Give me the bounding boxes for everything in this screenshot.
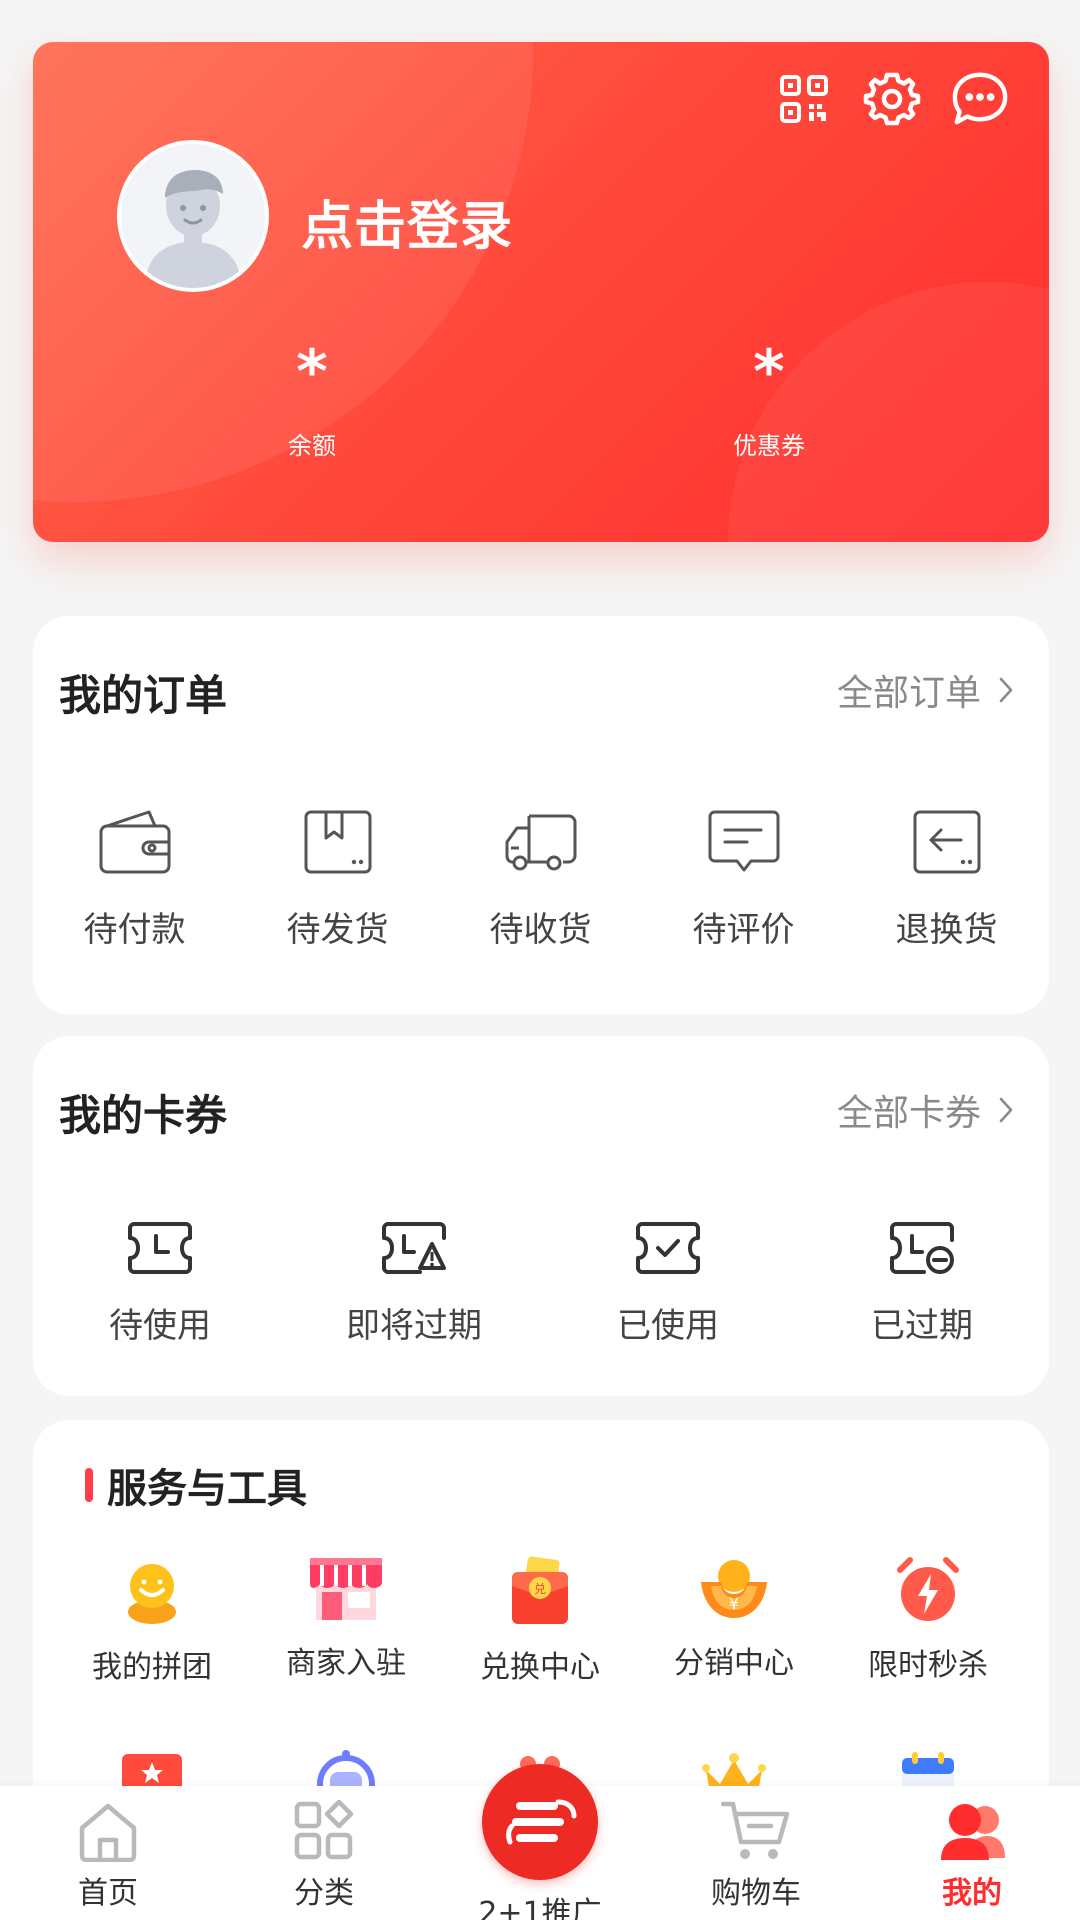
order-returns[interactable]: 退换货 xyxy=(845,808,1048,951)
order-status-label: 待收货 xyxy=(489,910,592,950)
nav-label: 2+1推广 xyxy=(478,1896,602,1920)
exchange-icon: 兑 xyxy=(512,1556,568,1624)
order-pending-shipment[interactable]: 待发货 xyxy=(236,808,439,951)
balance-label: 余额 xyxy=(288,432,336,460)
coupon-status-row: 待使用 即将过期 已使用 已过期 xyxy=(33,1220,1049,1347)
nav-label: 我的 xyxy=(942,1876,1002,1911)
order-status-label: 退换货 xyxy=(895,910,998,950)
tool-label: 分销中心 xyxy=(674,1646,794,1681)
coupon-status-label: 待使用 xyxy=(109,1306,211,1346)
bottom-nav: 首页 分类 2+1推广 购物车 我的 xyxy=(0,1764,1080,1920)
group-buy-icon xyxy=(128,1564,176,1624)
ticket-clock-icon xyxy=(128,1222,192,1274)
svg-text:¥: ¥ xyxy=(729,1594,739,1613)
all-coupons-link[interactable]: 全部卡券 xyxy=(837,1084,1013,1136)
tool-label: 限时秒杀 xyxy=(868,1648,988,1683)
tool-label: 商家入驻 xyxy=(286,1646,406,1681)
balance-value: * xyxy=(296,337,328,407)
coupon-expired[interactable]: 已过期 xyxy=(795,1220,1049,1347)
coupon-unused[interactable]: 待使用 xyxy=(33,1220,287,1347)
nav-home[interactable]: 首页 xyxy=(0,1786,216,1920)
tools-title-text: 服务与工具 xyxy=(107,1466,307,1512)
coupon-label: 优惠券 xyxy=(733,432,805,460)
order-pending-review[interactable]: 待评价 xyxy=(642,808,845,951)
tool-group-buy[interactable]: 我的拼团 xyxy=(55,1556,249,1686)
home-icon xyxy=(79,1803,137,1862)
cart-icon xyxy=(721,1801,790,1859)
coupons-title: 我的卡券 xyxy=(59,1091,228,1140)
tools-title: 服务与工具 xyxy=(85,1456,307,1514)
title-accent-bar xyxy=(85,1468,93,1502)
tools-row: 我的拼团 商家入驻 兑 兑换中心 ¥ 分销中心 限时秒杀 xyxy=(33,1556,1049,1686)
user-icon xyxy=(941,1804,1005,1860)
order-status-label: 待付款 xyxy=(83,910,186,950)
nav-category[interactable]: 分类 xyxy=(216,1786,432,1920)
chevron-right-icon xyxy=(999,677,1013,703)
coupon-status-label: 已使用 xyxy=(617,1306,719,1346)
chevron-right-icon xyxy=(999,1097,1013,1123)
tool-label: 我的拼团 xyxy=(92,1650,212,1685)
order-pending-receipt[interactable]: 待收货 xyxy=(439,808,642,951)
ingot-icon: ¥ xyxy=(701,1560,767,1618)
alarm-flash-icon xyxy=(897,1557,959,1621)
tool-label: 兑换中心 xyxy=(480,1650,600,1685)
avatar[interactable] xyxy=(117,140,269,292)
orders-title: 我的订单 xyxy=(59,671,228,720)
all-coupons-label: 全部卡券 xyxy=(836,1093,981,1134)
nav-label: 分类 xyxy=(294,1876,354,1911)
all-orders-link[interactable]: 全部订单 xyxy=(837,664,1013,716)
ticket-warning-icon xyxy=(382,1222,446,1274)
category-icon xyxy=(294,1800,354,1860)
order-pending-payment[interactable]: 待付款 xyxy=(33,808,236,951)
ticket-check-icon xyxy=(636,1222,700,1274)
box-icon xyxy=(304,810,371,874)
coupon-stat[interactable]: * 优惠券 xyxy=(669,342,869,461)
wallet-icon xyxy=(99,810,170,874)
comment-icon xyxy=(708,810,779,872)
balance-stat[interactable]: * 余额 xyxy=(212,342,412,461)
profile-page: 点击登录 * 余额 * 优惠券 我的订单 全部订单 待付款 待发货 待收货 待评… xyxy=(0,0,1080,1920)
return-icon xyxy=(913,810,980,874)
svg-text:兑: 兑 xyxy=(534,1582,546,1596)
nav-promo[interactable]: 2+1推广 xyxy=(432,1764,648,1920)
ticket-expired-icon xyxy=(890,1222,954,1274)
profile-header-card: 点击登录 * 余额 * 优惠券 xyxy=(33,42,1049,542)
order-status-row: 待付款 待发货 待收货 待评价 退换货 xyxy=(33,808,1049,951)
truck-icon xyxy=(505,814,576,871)
tool-exchange-center[interactable]: 兑 兑换中心 xyxy=(443,1556,637,1686)
orders-card: 我的订单 全部订单 待付款 待发货 待收货 待评价 退换货 xyxy=(33,616,1049,1014)
coupon-expiring[interactable]: 即将过期 xyxy=(287,1220,541,1347)
order-status-label: 待发货 xyxy=(286,910,389,950)
store-icon xyxy=(310,1558,382,1620)
login-prompt[interactable]: 点击登录 xyxy=(301,184,513,259)
coupon-status-label: 已过期 xyxy=(871,1306,973,1346)
tool-distribution-center[interactable]: ¥ 分销中心 xyxy=(637,1556,831,1686)
message-icon[interactable] xyxy=(951,70,1009,128)
order-status-label: 待评价 xyxy=(692,910,795,950)
tool-flash-sale[interactable]: 限时秒杀 xyxy=(831,1556,1025,1686)
qrcode-icon[interactable] xyxy=(775,70,833,128)
coupon-used[interactable]: 已使用 xyxy=(541,1220,795,1347)
all-orders-label: 全部订单 xyxy=(836,673,981,714)
coupon-value: * xyxy=(753,337,785,407)
tool-merchant-join[interactable]: 商家入驻 xyxy=(249,1556,443,1686)
nav-mine[interactable]: 我的 xyxy=(864,1786,1080,1920)
gear-icon[interactable] xyxy=(863,70,921,128)
promo-icon xyxy=(482,1764,598,1880)
coupon-status-label: 即将过期 xyxy=(346,1306,482,1346)
nav-label: 购物车 xyxy=(711,1876,801,1911)
header-actions xyxy=(775,70,1009,128)
coupons-card: 我的卡券 全部卡券 待使用 即将过期 已使用 已过期 xyxy=(33,1036,1049,1396)
nav-cart[interactable]: 购物车 xyxy=(648,1786,864,1920)
nav-label: 首页 xyxy=(78,1876,138,1911)
